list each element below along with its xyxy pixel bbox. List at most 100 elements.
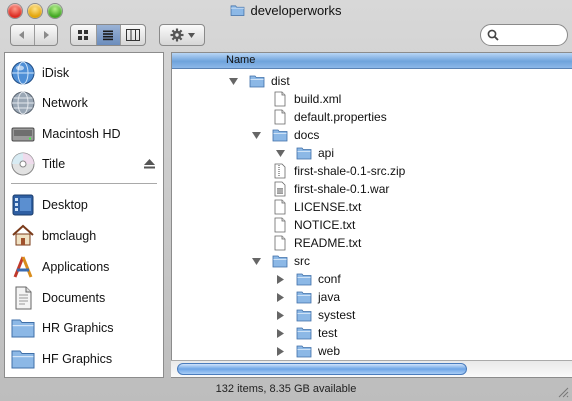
sidebar-item-applications[interactable]: Applications xyxy=(5,253,163,281)
sidebar-item-label: Documents xyxy=(42,291,106,305)
folder-icon xyxy=(231,5,245,16)
name-column-header[interactable]: Name xyxy=(172,53,572,69)
title-bar[interactable]: developerworks xyxy=(0,0,572,22)
horizontal-scrollbar[interactable] xyxy=(171,360,572,377)
folder-icon xyxy=(249,75,265,88)
icon-view-button[interactable] xyxy=(71,25,96,45)
list-item[interactable]: first-shale-0.1.war xyxy=(172,180,572,198)
disclosure-triangle-closed-icon[interactable] xyxy=(276,293,285,302)
disclosure-triangle-open-icon[interactable] xyxy=(252,131,261,140)
sidebar-item-label: Title xyxy=(42,157,66,171)
sidebar: iDisk Network Macintosh HD Title Desktop… xyxy=(4,52,164,378)
idisk-globe-icon xyxy=(11,61,35,85)
sidebar-item-home[interactable]: bmclaugh xyxy=(5,222,163,250)
search-input[interactable] xyxy=(503,28,563,42)
folder-icon xyxy=(296,345,312,358)
sidebar-item-label: iDisk xyxy=(42,66,70,80)
list-item[interactable]: src xyxy=(172,252,572,270)
resize-grip-icon[interactable] xyxy=(558,387,569,398)
disclosure-triangle-closed-icon[interactable] xyxy=(276,347,285,356)
status-bar: 132 items, 8.35 GB available xyxy=(0,380,572,401)
sidebar-item-idisk[interactable]: iDisk xyxy=(5,59,163,87)
document-icon xyxy=(274,235,286,251)
disclosure-triangle-closed-icon[interactable] xyxy=(276,329,285,338)
sidebar-item-label: Desktop xyxy=(42,198,88,212)
list-item[interactable]: default.properties xyxy=(172,108,572,126)
documents-icon xyxy=(15,286,32,310)
file-name: systest xyxy=(318,308,356,322)
list-view-button[interactable] xyxy=(95,25,121,45)
disclosure-triangle-closed-icon[interactable] xyxy=(276,275,285,284)
file-name: build.xml xyxy=(294,92,342,106)
list-item[interactable]: systest xyxy=(172,306,572,324)
scrollbar-thumb[interactable] xyxy=(177,363,467,375)
icon-view-icon xyxy=(78,30,89,40)
disclosure-triangle-open-icon[interactable] xyxy=(252,257,261,266)
zip-file-icon xyxy=(274,163,286,179)
folder-icon xyxy=(11,319,35,338)
sidebar-item-label: HF Graphics xyxy=(42,352,113,366)
sidebar-item-documents[interactable]: Documents xyxy=(5,284,163,312)
gear-icon xyxy=(170,28,183,42)
document-icon xyxy=(274,109,286,125)
action-menu-inner[interactable] xyxy=(160,25,204,45)
sidebar-item-hf-graphics[interactable]: HF Graphics xyxy=(5,345,163,373)
applications-icon xyxy=(13,256,33,278)
list-item[interactable]: test xyxy=(172,324,572,342)
search-icon xyxy=(487,29,499,41)
folder-icon xyxy=(296,327,312,340)
eject-icon[interactable] xyxy=(144,159,155,169)
sidebar-item-macintosh-hd[interactable]: Macintosh HD xyxy=(5,120,163,148)
finder-window: developerworks iDisk Network Macintosh H… xyxy=(0,0,572,401)
sidebar-item-network[interactable]: Network xyxy=(5,89,163,117)
file-name: web xyxy=(318,344,341,358)
disclosure-triangle-open-icon[interactable] xyxy=(229,77,238,86)
list-item[interactable]: api xyxy=(172,144,572,162)
file-list: Name dist build.xml default.properties docs… xyxy=(171,52,572,378)
list-item[interactable]: first-shale-0.1-src.zip xyxy=(172,162,572,180)
file-name: docs xyxy=(294,128,320,142)
file-name: README.txt xyxy=(294,236,362,250)
list-item[interactable]: README.txt xyxy=(172,234,572,252)
back-arrow-icon xyxy=(19,31,25,39)
back-forward-control xyxy=(10,24,58,46)
list-item[interactable]: build.xml xyxy=(172,90,572,108)
sidebar-item-label: Applications xyxy=(42,260,110,274)
column-header-label: Name xyxy=(226,54,256,66)
sidebar-divider xyxy=(11,183,157,184)
file-name: first-shale-0.1.war xyxy=(294,182,390,196)
list-item[interactable]: docs xyxy=(172,126,572,144)
column-view-button[interactable] xyxy=(120,25,145,45)
sidebar-item-desktop[interactable]: Desktop xyxy=(5,191,163,219)
list-item[interactable]: conf xyxy=(172,270,572,288)
back-button[interactable] xyxy=(11,25,34,45)
list-item[interactable]: web xyxy=(172,342,572,360)
sidebar-item-hr-graphics[interactable]: HR Graphics xyxy=(5,314,163,342)
status-text: 132 items, 8.35 GB available xyxy=(215,383,357,395)
search-field[interactable] xyxy=(480,24,568,46)
list-item[interactable]: dist xyxy=(172,72,572,90)
file-name: src xyxy=(294,254,310,268)
folder-icon xyxy=(272,255,288,268)
document-icon xyxy=(274,217,286,233)
list-item[interactable]: NOTICE.txt xyxy=(172,216,572,234)
forward-arrow-icon xyxy=(43,31,49,39)
network-globe-icon xyxy=(11,91,35,115)
folder-icon xyxy=(296,273,312,286)
file-name: first-shale-0.1-src.zip xyxy=(294,164,406,178)
disclosure-triangle-open-icon[interactable] xyxy=(276,149,285,158)
sidebar-item-label: Network xyxy=(42,96,88,110)
chevron-down-icon xyxy=(187,32,195,38)
sidebar-item-title-disc[interactable]: Title xyxy=(5,150,163,178)
cd-disc-icon xyxy=(11,152,35,176)
file-name: LICENSE.txt xyxy=(294,200,362,214)
list-item[interactable]: java xyxy=(172,288,572,306)
forward-button[interactable] xyxy=(33,25,57,45)
column-view-icon xyxy=(126,29,141,41)
list-item[interactable]: LICENSE.txt xyxy=(172,198,572,216)
view-mode-control xyxy=(70,24,146,46)
disclosure-triangle-closed-icon[interactable] xyxy=(276,311,285,320)
folder-icon xyxy=(296,291,312,304)
action-menu-button[interactable] xyxy=(159,24,205,46)
sidebar-item-label: Macintosh HD xyxy=(42,127,121,141)
